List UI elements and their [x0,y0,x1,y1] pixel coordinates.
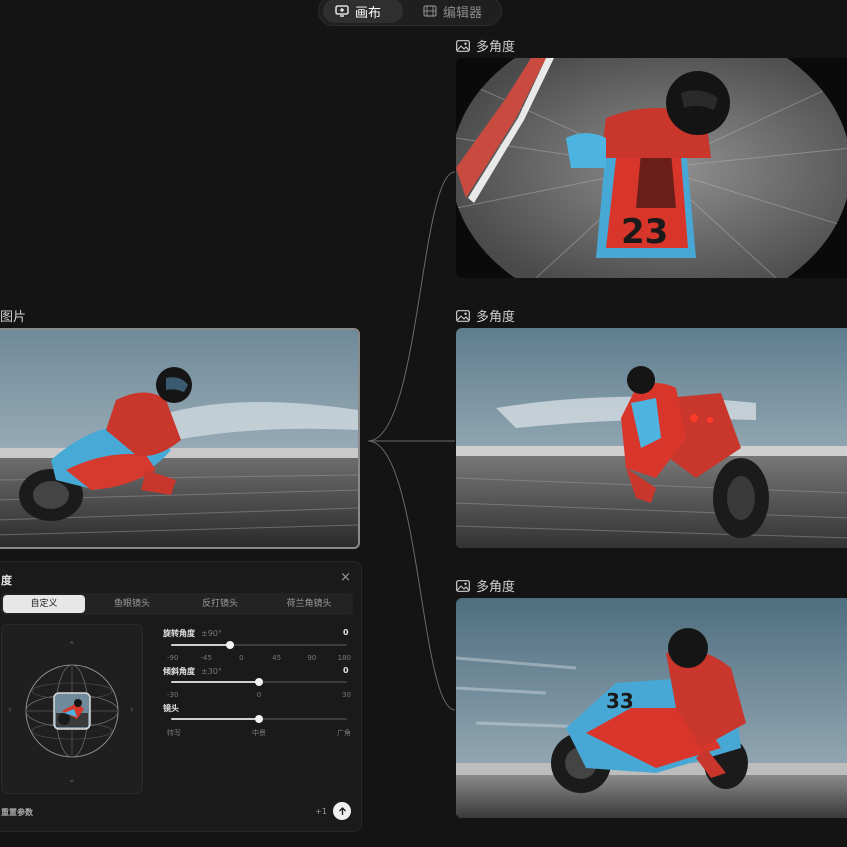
tilt-value: 0 [343,666,349,675]
rotation-value: 0 [343,628,349,637]
chevron-left-icon[interactable]: ‹ [8,705,12,715]
rotation-tick-label: 180 [337,654,351,662]
output-image-node-3[interactable]: 33 [456,598,847,818]
lens-label-text: 镜头 [163,704,179,713]
source-node-header: 图片 [0,306,26,325]
rotation-label: 旋转角度 ±90° [163,628,222,639]
angle-preview[interactable]: ⌃ ⌄ ‹ › [1,624,143,794]
output-node-header-1: 多角度 [456,36,515,55]
image-icon [456,309,470,322]
source-image-node[interactable] [0,328,360,549]
lens-label: 镜头 [163,703,179,714]
rotation-label-text: 旋转角度 [163,629,195,638]
rotation-slider-thumb[interactable] [225,641,234,649]
rotation-slider-fill [171,644,230,646]
lens-slider[interactable] [171,715,347,723]
output-node-header-3: 多角度 [456,576,515,595]
rotation-tick-label: 90 [307,654,317,662]
globe-gizmo [25,664,119,758]
close-icon[interactable]: × [340,570,351,585]
tilt-tick-label: 30 [342,691,351,699]
output-image-node-1[interactable]: 23 [456,58,847,278]
rear-motorcycle-image [456,328,847,548]
side-motorcycle-image: 33 [456,598,847,818]
rotation-slider[interactable] [171,641,347,649]
lens-tick-label: 特写 [167,729,181,737]
generation-count: +1 [315,807,327,816]
tab-reverse-shot[interactable]: 反打镜头 [179,595,261,613]
panel-title: 度 [1,574,12,587]
output-node-title-2: 多角度 [476,310,516,325]
chevron-up-icon[interactable]: ⌃ [68,641,76,651]
tab-dutch-angle[interactable]: 荷兰角镜头 [267,595,351,613]
lens-slider-fill [171,718,259,720]
tilt-tick-label: -30 [167,691,179,699]
tilt-slider-thumb[interactable] [255,678,263,686]
lens-tick-label: 中景 [252,729,266,737]
rotation-tick-label: 45 [272,654,282,662]
rotation-tick-label: -90 [167,654,179,662]
tilt-tick-label: 0 [256,691,262,699]
output-node-title-3: 多角度 [476,580,516,595]
rotation-tick-label: 0 [239,654,244,662]
svg-text:33: 33 [606,689,634,713]
lens-slider-thumb[interactable] [255,715,263,723]
rotation-tick-label: -45 [200,654,212,662]
tilt-label: 倾斜角度 ±30° [163,666,222,677]
output-image-node-2[interactable] [456,328,847,548]
image-icon [456,39,470,52]
rotation-range: ±90° [201,629,222,638]
lens-tick-label: 广角 [337,729,351,737]
output-node-header-2: 多角度 [456,306,515,325]
image-icon [456,579,470,592]
chevron-down-icon[interactable]: ⌄ [68,775,76,785]
tilt-range: ±30° [201,667,222,676]
submit-button[interactable] [333,802,351,820]
tab-fisheye[interactable]: 鱼眼镜头 [91,595,173,613]
chevron-right-icon[interactable]: › [130,705,134,715]
tilt-label-text: 倾斜角度 [163,667,195,676]
multi-angle-panel: 度 × 自定义 鱼眼镜头 反打镜头 荷兰角镜头 ⌃ ⌄ ‹ › 旋转角度 ±90°… [0,561,362,832]
reset-params-button[interactable]: 重置参数 [1,807,33,818]
fisheye-motorcycle-image: 23 [456,58,847,278]
lens-tabs: 自定义 鱼眼镜头 反打镜头 荷兰角镜头 [1,593,353,615]
output-node-title-1: 多角度 [476,40,516,55]
tab-custom[interactable]: 自定义 [3,595,85,613]
arrow-up-icon [338,806,346,815]
tilt-slider[interactable] [171,678,347,686]
source-motorcycle-image [0,330,358,547]
svg-text:23: 23 [621,212,668,252]
tilt-slider-fill [171,681,259,683]
source-node-title: 图片 [0,310,27,325]
